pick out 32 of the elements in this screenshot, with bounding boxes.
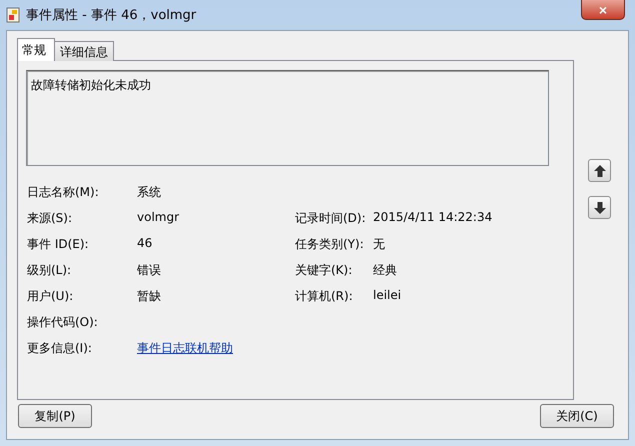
window-title: 事件属性 - 事件 46，volmgr — [26, 7, 196, 24]
field-value: 暂缺 — [137, 288, 162, 305]
tab[interactable]: 常规 — [17, 38, 55, 61]
field-label: 记录时间(D): — [295, 210, 367, 227]
field-value: 系统 — [137, 184, 162, 201]
field-value: 2015/4/11 14:22:34 — [373, 210, 494, 226]
field-label: 级别(L): — [27, 262, 72, 279]
copy-button[interactable]: 复制(P) — [18, 404, 92, 428]
up-arrow-icon — [594, 164, 606, 176]
document-icon — [6, 7, 20, 23]
down-arrow-icon — [594, 202, 606, 214]
dialog-button[interactable]: 关闭(C) — [540, 404, 614, 428]
field-label: 用户(U): — [27, 288, 74, 305]
field-label: 计算机(R): — [295, 288, 354, 305]
field-value: 经典 — [373, 262, 398, 279]
field-label: 任务类别(Y): — [295, 236, 365, 253]
field-label: 来源(S): — [27, 210, 74, 227]
field-label: 更多信息(I): — [27, 340, 93, 357]
field-value: 46 — [137, 236, 154, 252]
tab[interactable]: 详细信息 — [54, 41, 114, 61]
field-value: 错误 — [137, 262, 162, 279]
help-link[interactable]: 事件日志联机帮助 — [137, 340, 295, 357]
field-label: 事件 ID(E): — [27, 236, 90, 253]
field-value: leilei — [373, 288, 402, 304]
field-value: volmgr — [137, 210, 180, 226]
next-button[interactable] — [588, 196, 611, 219]
field-value: 无 — [373, 236, 386, 253]
previous-button[interactable] — [588, 159, 611, 182]
field-label: 日志名称(M): — [27, 184, 100, 201]
field-label: 操作代码(O): — [27, 314, 99, 331]
field-label: 关键字(K): — [295, 262, 354, 279]
description-field: 故障转储初始化未成功 — [26, 70, 549, 166]
